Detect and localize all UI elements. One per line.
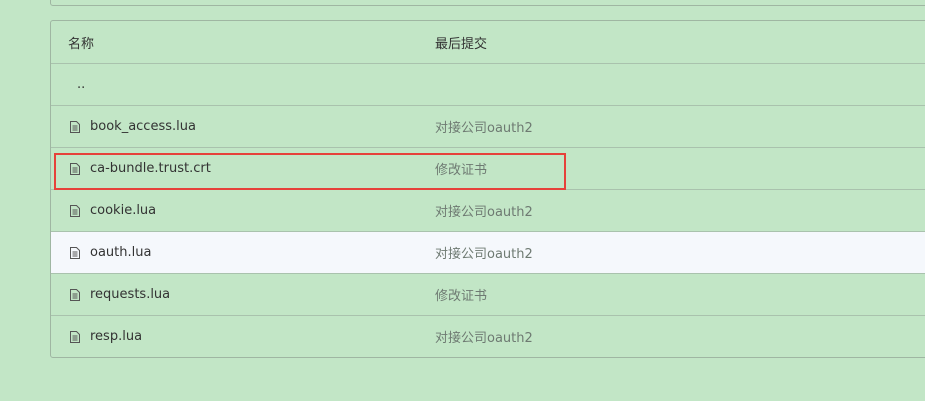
- file-name-cell[interactable]: book_access.lua: [68, 106, 196, 147]
- table-row[interactable]: oauth.lua 对接公司oauth2: [51, 232, 925, 274]
- commit-message[interactable]: 对接公司oauth2: [435, 190, 533, 231]
- table-row[interactable]: cookie.lua 对接公司oauth2: [51, 190, 925, 232]
- file-icon: [70, 162, 80, 175]
- file-name-cell[interactable]: oauth.lua: [68, 232, 151, 273]
- top-panel: [50, 0, 925, 6]
- parent-directory-row[interactable]: ..: [51, 64, 925, 106]
- commit-message[interactable]: 对接公司oauth2: [435, 232, 533, 273]
- file-icon: [70, 120, 80, 133]
- commit-message[interactable]: 对接公司oauth2: [435, 316, 533, 357]
- table-header: 名称 最后提交: [51, 21, 925, 64]
- file-name-cell[interactable]: requests.lua: [68, 274, 170, 315]
- file-name-link[interactable]: book_access.lua: [90, 119, 196, 134]
- table-row[interactable]: requests.lua 修改证书: [51, 274, 925, 316]
- file-table: 名称 最后提交 .. book_access.lua 对接公司oauth2 ca: [50, 20, 925, 358]
- file-icon: [70, 204, 80, 217]
- file-icon: [70, 330, 80, 343]
- file-icon: [70, 246, 80, 259]
- table-row[interactable]: resp.lua 对接公司oauth2: [51, 316, 925, 357]
- file-name-link[interactable]: requests.lua: [90, 287, 170, 302]
- file-name-cell[interactable]: resp.lua: [68, 316, 142, 357]
- parent-directory-link[interactable]: ..: [77, 64, 85, 105]
- table-row[interactable]: ca-bundle.trust.crt 修改证书: [51, 148, 925, 190]
- file-name-link[interactable]: ca-bundle.trust.crt: [90, 161, 211, 176]
- file-name-cell[interactable]: cookie.lua: [68, 190, 156, 231]
- column-header-last-commit: 最后提交: [435, 36, 488, 52]
- file-name-cell[interactable]: ca-bundle.trust.crt: [68, 148, 211, 189]
- file-name-link[interactable]: resp.lua: [90, 329, 142, 344]
- file-name-link[interactable]: cookie.lua: [90, 203, 156, 218]
- commit-message[interactable]: 对接公司oauth2: [435, 106, 533, 147]
- commit-message[interactable]: 修改证书: [435, 274, 487, 315]
- file-name-link[interactable]: oauth.lua: [90, 245, 151, 260]
- commit-message[interactable]: 修改证书: [435, 148, 487, 189]
- file-icon: [70, 288, 80, 301]
- table-row[interactable]: book_access.lua 对接公司oauth2: [51, 106, 925, 148]
- column-header-name: 名称: [68, 36, 95, 52]
